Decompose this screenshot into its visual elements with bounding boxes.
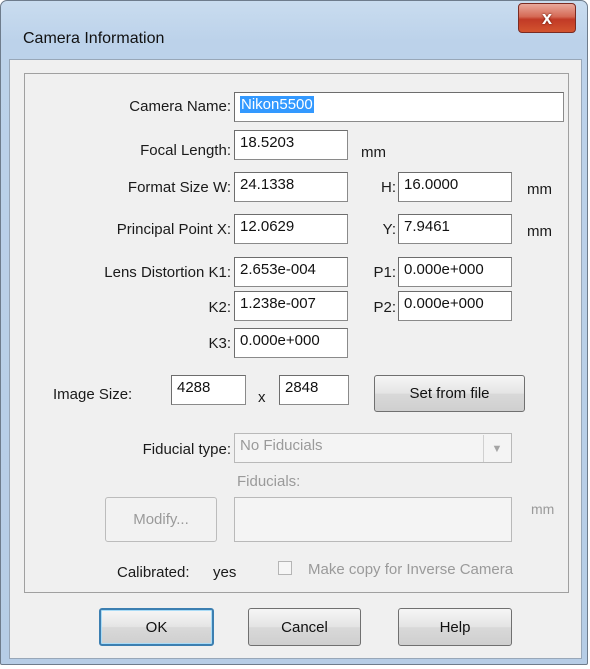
- p2-input[interactable]: 0.000e+000: [398, 291, 512, 321]
- image-size-times: x: [258, 389, 266, 406]
- k3-input[interactable]: 0.000e+000: [234, 328, 348, 358]
- focal-length-unit: mm: [361, 144, 386, 161]
- dialog-window: Camera Information x Camera Name: Nikon5…: [0, 0, 588, 665]
- principal-x-input[interactable]: 12.0629: [234, 214, 348, 244]
- principal-y-input[interactable]: 7.9461: [398, 214, 512, 244]
- format-size-unit: mm: [527, 181, 552, 198]
- image-width-input[interactable]: 4288: [171, 375, 246, 405]
- inverse-camera-label: Make copy for Inverse Camera: [308, 561, 514, 578]
- modify-button[interactable]: Modify...: [105, 497, 217, 542]
- principal-y-label: Y:: [382, 221, 396, 238]
- image-height-input[interactable]: 2848: [279, 375, 349, 405]
- fiducial-type-value: No Fiducials: [240, 437, 323, 454]
- format-size-label: Format Size W:: [127, 179, 231, 196]
- close-button[interactable]: x: [518, 3, 576, 33]
- principal-point-label: Principal Point X:: [116, 221, 231, 238]
- format-height-label: H:: [381, 179, 396, 196]
- fiducial-type-dropdown[interactable]: No Fiducials ▼: [234, 433, 512, 463]
- format-width-input[interactable]: 24.1338: [234, 172, 348, 202]
- fiducials-label: Fiducials:: [237, 473, 301, 490]
- focal-length-input[interactable]: 18.5203: [234, 130, 348, 160]
- p2-label: P2:: [373, 299, 396, 316]
- p1-input[interactable]: 0.000e+000: [398, 257, 512, 287]
- k2-label: K2:: [208, 299, 231, 316]
- k1-input[interactable]: 2.653e-004: [234, 257, 348, 287]
- calibrated-value: yes: [213, 564, 237, 581]
- format-height-input[interactable]: 16.0000: [398, 172, 512, 202]
- p1-label: P1:: [373, 264, 396, 281]
- help-button[interactable]: Help: [398, 608, 512, 646]
- cancel-button[interactable]: Cancel: [248, 608, 361, 646]
- k3-label: K3:: [208, 335, 231, 352]
- camera-name-input[interactable]: Nikon5500: [234, 92, 564, 122]
- k2-input[interactable]: 1.238e-007: [234, 291, 348, 321]
- ok-button[interactable]: OK: [99, 608, 214, 646]
- close-icon: x: [541, 7, 552, 28]
- fiducials-list[interactable]: [234, 497, 512, 542]
- inverse-camera-checkbox[interactable]: [278, 561, 292, 575]
- chevron-down-icon: ▼: [483, 435, 510, 462]
- calibrated-label: Calibrated:: [117, 564, 190, 581]
- fiducial-type-label: Fiducial type:: [142, 441, 231, 458]
- image-size-label: Image Size:: [53, 386, 133, 403]
- camera-name-label: Camera Name:: [129, 98, 231, 115]
- window-title: Camera Information: [23, 30, 165, 47]
- fiducials-unit: mm: [531, 501, 555, 517]
- camera-name-value: Nikon5500: [240, 96, 314, 113]
- focal-length-label: Focal Length:: [140, 142, 231, 159]
- lens-distortion-label: Lens Distortion K1:: [104, 264, 231, 281]
- principal-point-unit: mm: [527, 223, 552, 240]
- set-from-file-button[interactable]: Set from file: [374, 375, 525, 412]
